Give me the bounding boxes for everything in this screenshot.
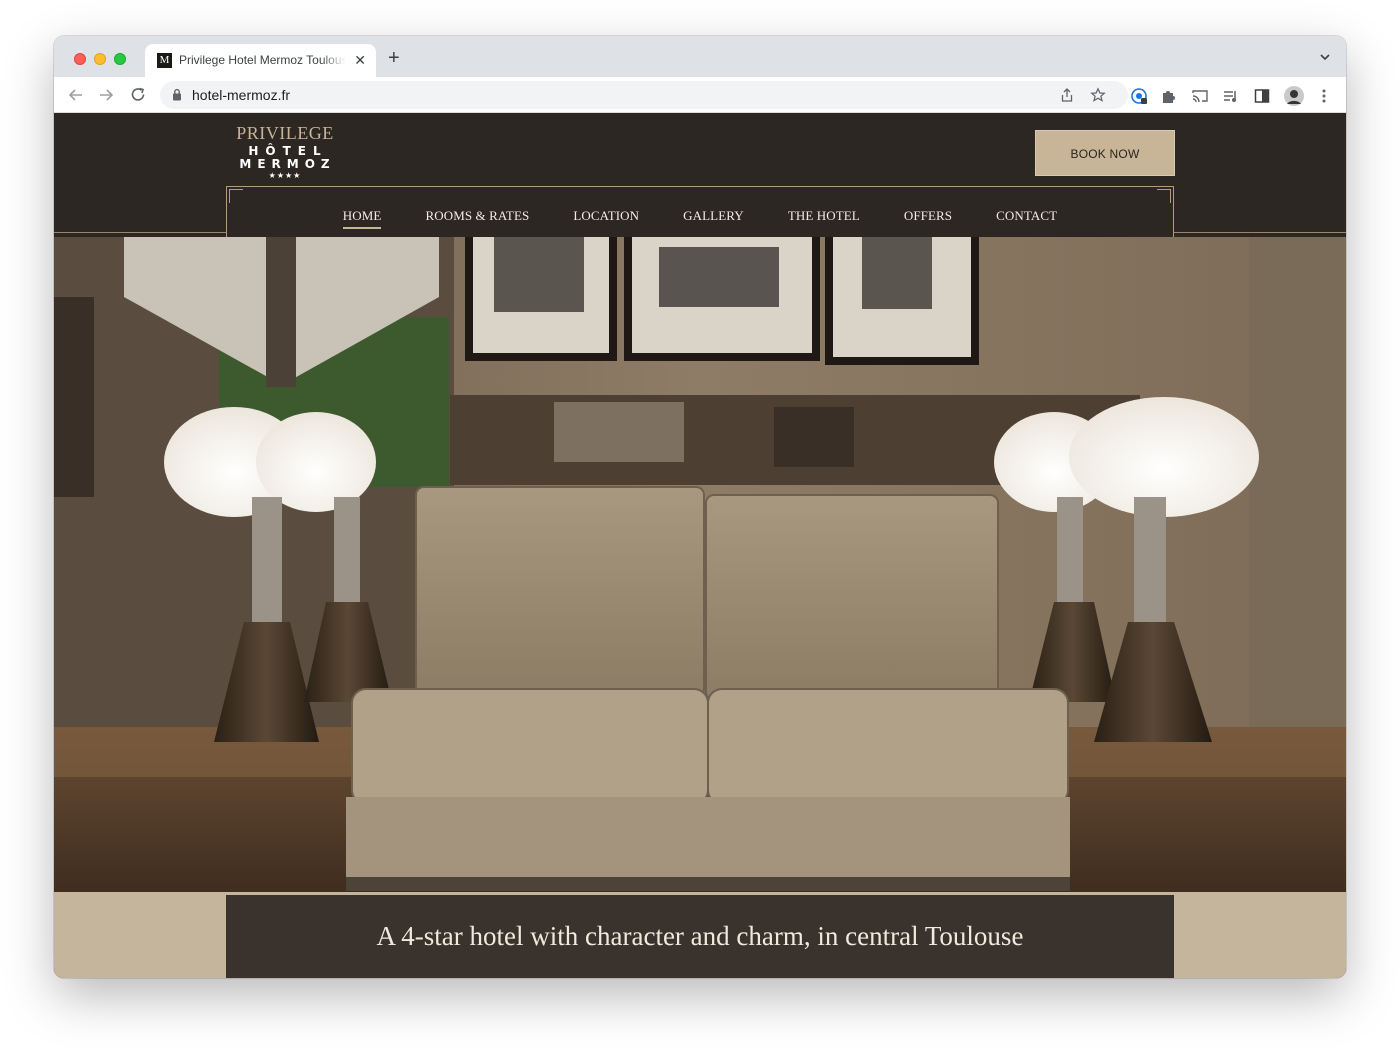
nav-item-the-hotel[interactable]: THE HOTEL: [788, 208, 860, 227]
more-icon[interactable]: [1315, 87, 1333, 105]
hero-section: A 4-star hotel with character and charm,…: [54, 237, 1346, 978]
close-window-button[interactable]: [74, 53, 86, 65]
favicon-icon: M: [157, 53, 172, 68]
maximize-window-button[interactable]: [114, 53, 126, 65]
logo-name: MERMOZ: [239, 157, 336, 171]
profile-avatar[interactable]: [1284, 86, 1304, 106]
logo-stars: ★★★★: [268, 171, 302, 180]
nav-item-rooms-rates[interactable]: ROOMS & RATES: [425, 208, 529, 227]
star-icon[interactable]: [1090, 87, 1106, 103]
nav-item-home[interactable]: HOME: [342, 208, 382, 229]
hero-caption: A 4-star hotel with character and charm,…: [376, 921, 1024, 951]
nav-item-location[interactable]: LOCATION: [573, 208, 639, 227]
extension-icon[interactable]: [1130, 87, 1148, 105]
forward-icon[interactable]: [96, 85, 116, 105]
nav-item-gallery[interactable]: GALLERY: [683, 208, 744, 227]
hero-image: [54, 237, 1346, 978]
nav-divider-left: [54, 232, 226, 233]
close-tab-icon[interactable]: ✕: [354, 52, 366, 68]
minimize-window-button[interactable]: [94, 53, 106, 65]
page-viewport: PRIVILEGE HÔTEL MERMOZ ★★★★ BOOK NOW HOM…: [54, 113, 1346, 978]
nav-menu: HOME ROOMS & RATES LOCATION GALLERY THE HOTE…: [227, 207, 1173, 229]
reload-icon[interactable]: [128, 85, 148, 105]
hero-caption-box: A 4-star hotel with character and charm,…: [226, 895, 1174, 978]
nav-corner-ornament: [229, 189, 243, 203]
new-tab-button[interactable]: +: [388, 48, 400, 68]
nav-corner-ornament: [1157, 189, 1171, 203]
browser-window: M Privilege Hotel Mermoz Toulouse ✕ + ho…: [54, 36, 1346, 978]
nav-item-contact[interactable]: CONTACT: [996, 208, 1057, 227]
book-now-button[interactable]: BOOK NOW: [1035, 130, 1175, 176]
nav-item-offers[interactable]: OFFERS: [904, 208, 952, 227]
logo-brand: PRIVILEGE: [236, 123, 334, 143]
browser-tab[interactable]: M Privilege Hotel Mermoz Toulouse ✕: [145, 44, 376, 77]
lock-icon[interactable]: [172, 88, 182, 101]
browser-toolbar: hotel-mermoz.fr: [54, 77, 1346, 113]
tab-menu-icon[interactable]: [1318, 50, 1332, 64]
site-header: PRIVILEGE HÔTEL MERMOZ ★★★★ BOOK NOW HOM…: [54, 113, 1346, 237]
url-text[interactable]: hotel-mermoz.fr: [192, 87, 290, 103]
back-icon[interactable]: [66, 85, 86, 105]
tab-strip: M Privilege Hotel Mermoz Toulouse ✕ +: [54, 36, 1346, 77]
nav-divider-right: [1174, 232, 1346, 233]
address-bar[interactable]: hotel-mermoz.fr: [160, 81, 1128, 109]
share-icon[interactable]: [1059, 87, 1075, 103]
cast-icon[interactable]: [1191, 87, 1209, 105]
hotel-logo[interactable]: PRIVILEGE HÔTEL MERMOZ ★★★★: [220, 123, 350, 181]
main-navigation: HOME ROOMS & RATES LOCATION GALLERY THE HOTE…: [226, 186, 1174, 237]
sidebar-icon[interactable]: [1253, 87, 1271, 105]
puzzle-icon[interactable]: [1160, 87, 1178, 105]
media-icon[interactable]: [1222, 87, 1240, 105]
tab-title: Privilege Hotel Mermoz Toulouse: [179, 53, 346, 67]
